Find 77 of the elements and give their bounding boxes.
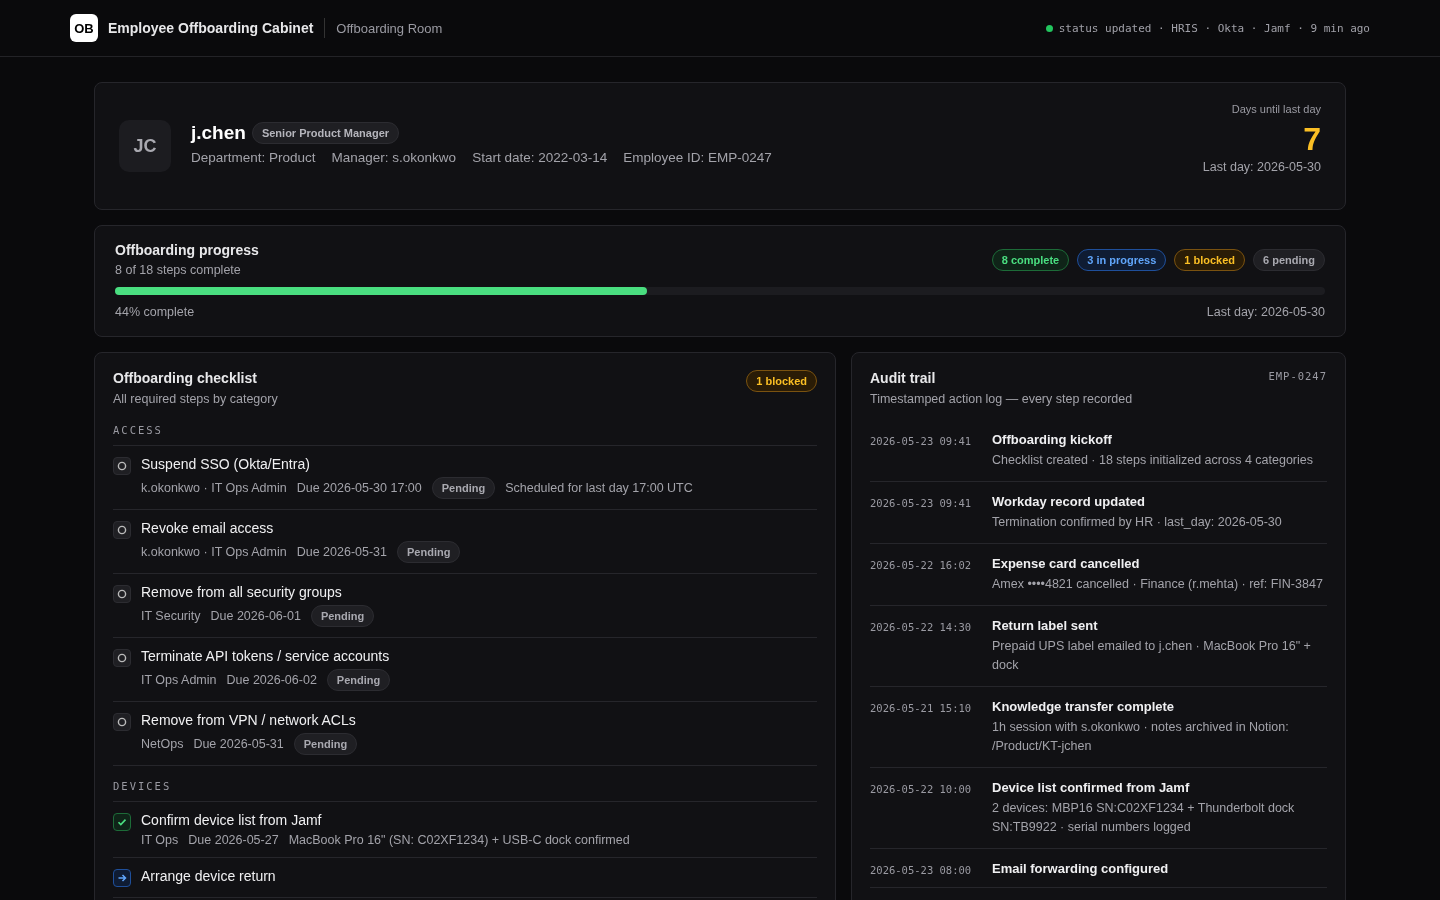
employee-fact: Start date: 2022-03-14 (472, 149, 608, 165)
employee-fact: Employee ID: EMP-0247 (623, 149, 772, 165)
entry-detail: Checklist created · 18 steps initialized across 4 categories (992, 452, 1314, 469)
blocked-badge: 1 blocked (746, 370, 817, 392)
status-badge: Pending (326, 669, 391, 691)
employee-fact: Manager: s.okonkwo (331, 149, 457, 165)
entry-title: Device list confirmed from Jamf (992, 780, 1191, 795)
entry-title: Email forwarding configured (992, 861, 1170, 876)
entry-title: Workday record updated (992, 494, 1146, 509)
category-heading: ACCESS (113, 424, 817, 446)
section-title: Offboarding progress (115, 242, 259, 258)
percent-complete: 44% complete (115, 305, 195, 319)
step-owner: NetOps (141, 737, 184, 751)
employee-name: j.chen (191, 121, 246, 144)
last-day: Last day: 2026-05-30 (1206, 305, 1325, 319)
step-due: Due 2026-05-30 17:00 (296, 481, 422, 495)
step-due: Due 2026-05-27 (188, 833, 279, 847)
count-badge: 3 in progress (1077, 249, 1167, 271)
check-icon (113, 813, 131, 831)
entry-detail: Prepaid UPS label emailed to j.chen · MacBook Pro 16" + dock (992, 638, 1312, 674)
step-title: Terminate API tokens / service accounts (141, 648, 391, 664)
step-owner: k.okonkwo · IT Ops Admin (141, 481, 287, 495)
entry-detail: Termination confirmed by HR · last_day: 2026-05-30 (992, 514, 1283, 531)
category-heading: DEVICES (113, 780, 817, 802)
countdown-label: Days until last day (1231, 103, 1321, 115)
entry-timestamp: 2026-05-23 09:41 (870, 496, 973, 511)
section-subtitle: All required steps by category (113, 392, 278, 406)
step-owner: IT Ops (141, 833, 179, 847)
step-owner: IT Security (141, 609, 201, 623)
section-title: Offboarding checklist (113, 370, 258, 386)
count-badge: 8 complete (991, 249, 1070, 271)
employee-fact: Department: Product (191, 149, 316, 165)
step-due: Due 2026-05-31 (193, 737, 284, 751)
step-owner: IT Ops Admin (141, 673, 217, 687)
entry-title: Expense card cancelled (992, 556, 1141, 571)
employee-id: EMP-0247 (1268, 370, 1327, 382)
step-note: Scheduled for last day 17:00 UTC (505, 481, 693, 495)
role-badge: Senior Product Manager (251, 121, 400, 144)
entry-timestamp: 2026-05-21 15:10 (870, 701, 973, 716)
section-subtitle: 8 of 18 steps complete (115, 263, 242, 277)
step-title: Remove from VPN / network ACLs (141, 712, 357, 728)
entry-title: Knowledge transfer complete (992, 699, 1176, 714)
count-badge: 6 pending (1253, 249, 1325, 271)
status-badge: Pending (431, 477, 496, 499)
step-due: Due 2026-06-02 (226, 673, 317, 687)
entry-timestamp: 2026-05-22 16:02 (870, 558, 973, 573)
entry-timestamp: 2026-05-22 14:30 (870, 620, 973, 635)
step-note: MacBook Pro 16" (SN: C02XF1234) + USB-C dock confirmed (288, 833, 630, 847)
entry-detail: 1h session with s.okonkwo · notes archived in Notion: /Product/KT-jchen (992, 719, 1290, 755)
step-due: Due 2026-05-31 (296, 545, 388, 559)
step-title: Confirm device list from Jamf (141, 812, 323, 828)
step-title: Arrange device return (141, 868, 276, 884)
entry-detail: Amex ••••4821 cancelled · Finance (r.mehta) · ref: FIN-3847 (992, 576, 1324, 593)
section-title: Audit trail (870, 370, 937, 386)
step-title: Revoke email access (141, 520, 275, 536)
step-owner: k.okonkwo · IT Ops Admin (141, 545, 287, 559)
step-title: Suspend SSO (Okta/Entra) (141, 456, 311, 472)
count-badge: 1 blocked (1174, 249, 1246, 271)
entry-timestamp: 2026-05-23 08:00 (870, 863, 973, 876)
status-badge: Pending (310, 605, 375, 627)
section-subtitle: Timestamped action log — every step recorded (870, 392, 1133, 406)
sync-status: status updated · HRIS · Okta · Jamf · 9 min ago (1058, 21, 1370, 35)
entry-title: Offboarding kickoff (992, 432, 1113, 447)
app-title: Employee Offboarding Cabinet (108, 20, 314, 36)
last-day: Last day: 2026-05-30 (1202, 160, 1321, 174)
page-subtitle: Offboarding Room (336, 20, 443, 36)
step-title: Remove from all security groups (141, 584, 343, 600)
status-badge: Pending (293, 733, 358, 755)
entry-timestamp: 2026-05-23 09:41 (870, 434, 973, 449)
entry-timestamp: 2026-05-22 10:00 (870, 782, 973, 797)
entry-detail: 2 devices: MBP16 SN:C02XF1234 + Thunderbolt dock SN:TB9922 · serial numbers logged (992, 800, 1296, 836)
step-due: Due 2026-06-01 (210, 609, 301, 623)
app-logo: OB (70, 14, 98, 42)
avatar: JC (119, 120, 171, 172)
countdown-number: 7 (1303, 121, 1321, 158)
status-badge: Pending (397, 541, 461, 563)
entry-title: Return label sent (992, 618, 1099, 633)
